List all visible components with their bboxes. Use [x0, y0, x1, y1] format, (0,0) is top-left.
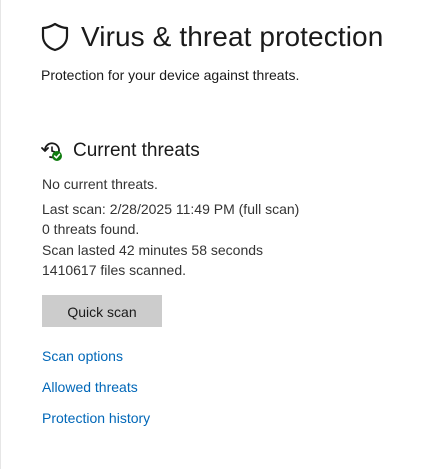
allowed-threats-link[interactable]: Allowed threats: [42, 379, 138, 395]
protection-history-link[interactable]: Protection history: [42, 410, 150, 426]
scan-duration-text: Scan lasted 42 minutes 58 seconds: [42, 241, 264, 258]
current-threats-header: Current threats: [41, 139, 200, 163]
page-header: Virus & threat protection: [41, 20, 383, 54]
scan-status: No current threats. Last scan: 2/28/2025…: [42, 174, 299, 281]
files-scanned-text: 1410617 files scanned.: [42, 262, 186, 279]
virus-threat-protection-page: Virus & threat protection Protection for…: [0, 0, 427, 469]
section-title-current-threats: Current threats: [73, 140, 200, 161]
scan-refresh-icon: [41, 140, 63, 162]
page-subtitle: Protection for your device against threa…: [41, 67, 300, 83]
scan-options-link[interactable]: Scan options: [42, 348, 123, 364]
shield-icon: [41, 22, 69, 52]
threat-status-text: No current threats.: [42, 176, 158, 192]
quick-scan-button[interactable]: Quick scan: [42, 295, 162, 327]
threats-found-text: 0 threats found.: [42, 221, 140, 238]
last-scan-text: Last scan: 2/28/2025 11:49 PM (full scan…: [42, 200, 300, 217]
page-title: Virus & threat protection: [81, 21, 384, 52]
